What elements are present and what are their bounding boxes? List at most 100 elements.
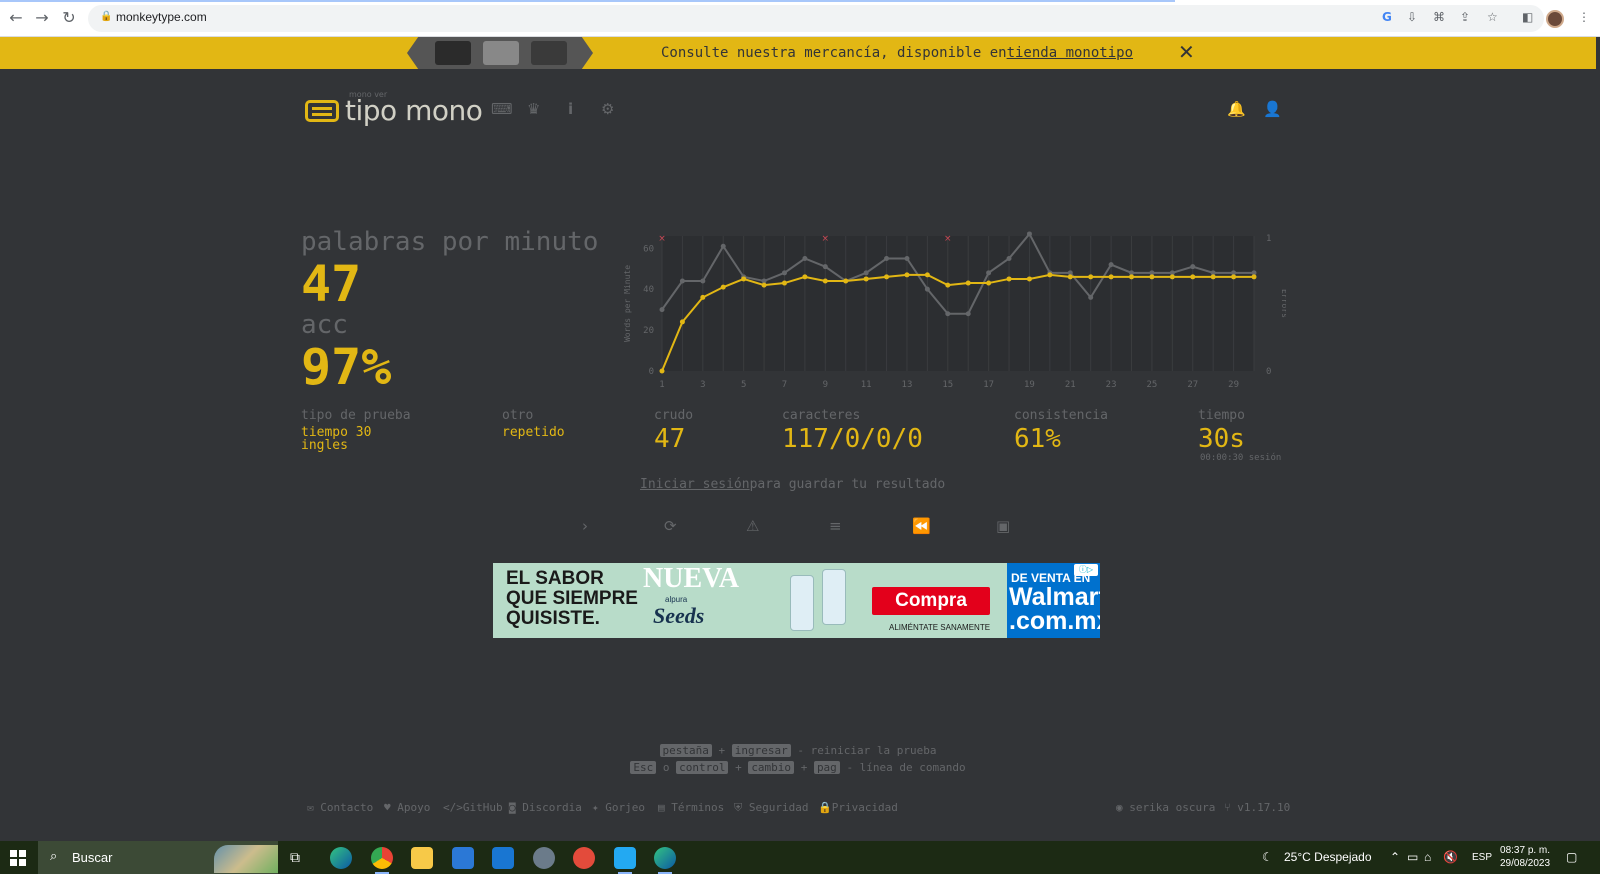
ad-buy-button[interactable]: Compra (872, 587, 990, 615)
weather-icon[interactable]: ☾ (1262, 841, 1273, 874)
screenshot-icon[interactable]: ▣ (996, 517, 1010, 535)
merch-shirts-image[interactable] (407, 37, 593, 69)
footer-github[interactable]: </>GitHub (443, 801, 503, 814)
point-raw (1006, 256, 1012, 261)
test-language-value: ingles (301, 438, 348, 453)
vscode-icon[interactable] (614, 847, 636, 874)
version-button[interactable]: ⑂ v1.17.10 (1224, 801, 1290, 814)
meet-icon[interactable]: ▭ (1407, 841, 1418, 874)
x-tick-label: 3 (700, 380, 705, 390)
footer-support[interactable]: ♥ Apoyo (384, 801, 430, 814)
point-raw (904, 256, 910, 261)
y-tick-label: 20 (643, 326, 654, 336)
user-icon[interactable]: 👤 (1263, 100, 1282, 118)
y2-axis-label: Errors (1280, 289, 1286, 318)
reload-icon[interactable]: ↻ (59, 8, 79, 28)
footer-terms[interactable]: ▤ Términos (658, 801, 724, 814)
notifications-icon[interactable]: ▢ (1566, 841, 1577, 874)
taskbar-clock[interactable]: 08:37 p. m. 29/08/2023 (1500, 844, 1550, 870)
point-raw (1190, 264, 1196, 270)
ad-tagline: ALIMÉNTATE SANAMENTE (889, 623, 991, 632)
tray-chevron-icon[interactable]: ⌃ (1390, 841, 1400, 874)
back-icon[interactable]: ← (6, 8, 26, 28)
next-test-icon[interactable]: › (582, 517, 588, 535)
footer-discord[interactable]: ◙ Discordia (509, 801, 582, 814)
app-red-icon[interactable] (573, 847, 595, 869)
restart-icon[interactable]: ⟳ (664, 517, 677, 535)
edge-icon[interactable] (330, 847, 352, 869)
weather-text[interactable]: 25°C Despejado (1284, 841, 1372, 874)
gear-icon[interactable]: ⚙ (601, 100, 614, 118)
adchoices-icon[interactable]: ⓘ▷ (1074, 564, 1098, 576)
warning-icon[interactable]: ⚠ (746, 517, 759, 535)
command-hint-text: - línea de comando (846, 761, 966, 774)
install-app-icon[interactable]: ⇩ (1407, 10, 1417, 24)
point-raw (986, 270, 992, 276)
side-panel-icon[interactable]: ◧ (1522, 10, 1533, 24)
login-link[interactable]: Iniciar sesión (640, 477, 750, 492)
point-raw (945, 311, 951, 317)
theme-button[interactable]: ◉ serika oscura (1116, 801, 1215, 814)
language-indicator[interactable]: ESP (1472, 841, 1492, 874)
edge-dev-icon[interactable] (654, 847, 676, 874)
point-wpm (822, 278, 828, 284)
hint-or: o (662, 761, 670, 774)
acc-label: acc (301, 310, 348, 340)
replay-icon[interactable]: ⏪ (912, 517, 931, 535)
test-type-label: tipo de prueba (301, 408, 411, 423)
keyboard-icon[interactable]: ⌨ (491, 100, 513, 118)
close-icon[interactable]: ✕ (1178, 40, 1195, 64)
bell-icon[interactable]: 🔔 (1227, 100, 1246, 118)
profile-avatar[interactable] (1546, 10, 1564, 28)
y-tick-label: 60 (643, 244, 654, 254)
volume-mute-icon[interactable]: 🔇 (1443, 841, 1458, 874)
point-wpm (843, 278, 849, 284)
y-axis-label: Words per Minute (623, 265, 632, 342)
point-raw (679, 278, 685, 284)
advertisement[interactable]: EL SABOR QUE SIEMPRE QUISISTE. NUEVA alp… (493, 563, 1100, 638)
bookmark-star-icon[interactable]: ☆ (1487, 10, 1498, 24)
point-raw (1088, 294, 1094, 300)
translate-icon[interactable]: ⌘ (1433, 10, 1445, 24)
store-link[interactable]: tienda monotipo (1007, 45, 1133, 61)
time-label: tiempo (1198, 408, 1245, 423)
app-cube-icon[interactable] (533, 847, 555, 869)
taskbar-search[interactable]: ⌕ Buscar (38, 841, 278, 874)
point-raw (924, 286, 930, 292)
windows-start-icon[interactable] (10, 850, 26, 866)
point-wpm (781, 280, 787, 286)
keyboard-logo-icon (305, 100, 339, 122)
address-bar[interactable]: 🔒 monkeytype.com (88, 5, 1544, 32)
clock-date: 29/08/2023 (1500, 858, 1551, 869)
file-explorer-icon[interactable] (411, 847, 433, 869)
share-icon[interactable]: ⇪ (1460, 10, 1470, 24)
x-tick-label: 19 (1024, 380, 1035, 390)
mail-icon[interactable] (492, 847, 514, 869)
logo-text: tipo mono (345, 94, 483, 127)
point-raw (863, 270, 869, 276)
lock-icon[interactable]: 🔒 (100, 11, 112, 22)
google-lens-icon[interactable]: G (1382, 10, 1392, 24)
footer-contact[interactable]: ✉ Contacto (307, 801, 373, 814)
task-view-icon[interactable]: ⧉ (290, 841, 300, 874)
chrome-icon[interactable] (371, 847, 393, 874)
footer-twitter[interactable]: ✦ Gorjeo (592, 801, 645, 814)
info-icon[interactable]: i (568, 100, 573, 118)
footer-security[interactable]: ⛨ Seguridad (734, 801, 808, 815)
point-raw (884, 256, 890, 261)
words-history-icon[interactable]: ≡ (829, 517, 842, 535)
point-raw (781, 270, 787, 276)
ad-nueva: NUEVA (643, 563, 739, 594)
url-text[interactable]: monkeytype.com (116, 10, 207, 24)
network-icon[interactable]: ⌂ (1424, 841, 1431, 874)
crown-icon[interactable]: ♛ (527, 100, 540, 118)
point-raw (1108, 262, 1114, 268)
wpm-chart: 0204060011 3 5 7 9 11 13 15 17 19 21 23 25 27 29Words … (623, 231, 1286, 390)
point-wpm (1129, 274, 1135, 280)
browser-menu-icon[interactable]: ⋮ (1578, 10, 1590, 24)
point-wpm (741, 276, 747, 282)
footer-privacy[interactable]: 🔒Privacidad (818, 801, 898, 814)
key-esc: Esc (630, 761, 657, 774)
forward-icon[interactable]: → (32, 8, 52, 28)
microsoft-store-icon[interactable] (452, 847, 474, 869)
